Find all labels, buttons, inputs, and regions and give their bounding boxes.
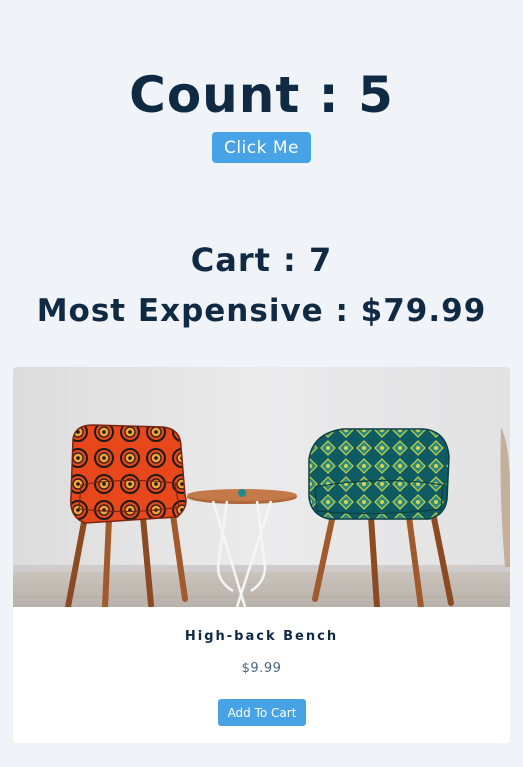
product-image [13,367,510,607]
product-name: High-back Bench [184,629,339,644]
click-me-button[interactable]: Click Me [212,132,311,163]
product-card: High-back Bench $9.99 Add To Cart [13,367,510,743]
cart-heading: Cart : 7 [190,240,333,279]
product-price: $9.99 [241,661,282,676]
add-to-cart-button[interactable]: Add To Cart [218,699,306,726]
count-heading: Count : 5 [129,65,394,124]
most-expensive-heading: Most Expensive : $79.99 [36,292,487,329]
